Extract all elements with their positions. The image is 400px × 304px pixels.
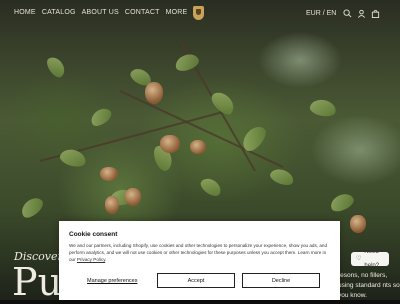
- accept-button[interactable]: Accept: [157, 273, 235, 288]
- nav-about-us[interactable]: ABOUT US: [82, 9, 119, 16]
- consent-title: Cookie consent: [69, 231, 118, 238]
- manage-preferences-button[interactable]: Manage preferences: [87, 278, 137, 284]
- decline-button[interactable]: Decline: [242, 273, 320, 288]
- nav-catalog[interactable]: CATALOG: [42, 9, 76, 16]
- nav-home[interactable]: HOME: [14, 9, 36, 16]
- hero-side-text: resons, no fillers, using standard nts s…: [338, 272, 400, 299]
- main-nav: HOME CATALOG ABOUT US CONTACT MORE: [14, 9, 187, 16]
- nav-contact[interactable]: CONTACT: [125, 9, 160, 16]
- nav-more[interactable]: MORE: [166, 9, 188, 16]
- consent-body: We and our partners, including Shopify, …: [69, 243, 328, 263]
- cookie-consent-dialog: Cookie consent We and our partners, incl…: [59, 221, 340, 300]
- need-help-button[interactable]: ♡ Need help?: [351, 249, 389, 269]
- site-header: HOME CATALOG ABOUT US CONTACT MORE EUR /…: [0, 0, 400, 28]
- hero-title: Pu: [12, 260, 63, 304]
- heart-icon: ♡: [356, 256, 362, 262]
- consent-text: We and our partners, including Shopify, …: [69, 243, 328, 263]
- bag-icon[interactable]: [371, 9, 380, 18]
- privacy-policy-link[interactable]: Privacy Policy: [77, 257, 105, 262]
- need-help-label: Need help?: [364, 249, 380, 269]
- user-icon[interactable]: [357, 9, 366, 18]
- search-icon[interactable]: [343, 9, 352, 18]
- locale-selector[interactable]: EUR / EN: [306, 10, 336, 17]
- brand-logo[interactable]: [193, 6, 204, 20]
